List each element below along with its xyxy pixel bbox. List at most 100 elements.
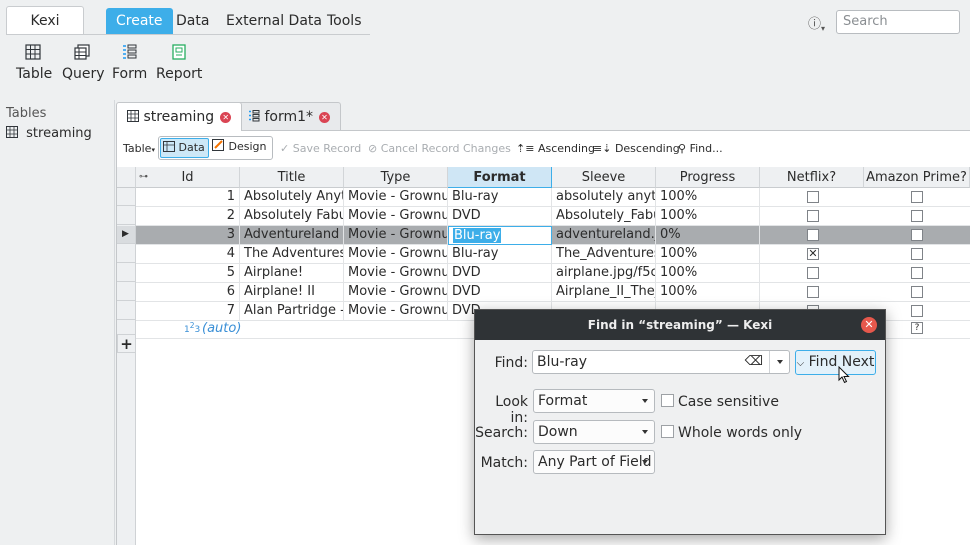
cell-id[interactable]: 3 <box>136 226 240 245</box>
amazon-prime-checkbox[interactable] <box>911 248 923 260</box>
sort-descending-button[interactable]: ≡⇣ Descending <box>593 141 680 157</box>
cell-title[interactable]: Airplane! <box>240 264 344 283</box>
cell-title[interactable]: The Adventures <box>240 245 344 264</box>
row-header[interactable] <box>117 188 136 206</box>
netflix-checkbox[interactable]: ✕ <box>807 248 819 260</box>
close-tab-icon[interactable]: ✕ <box>319 112 331 123</box>
create-table-button[interactable]: Table <box>16 44 52 82</box>
cell-progress[interactable]: 100% <box>656 245 760 264</box>
create-report-button[interactable]: Report <box>156 44 202 82</box>
cell-id[interactable]: 2 <box>136 207 240 226</box>
ribbon-tab-create[interactable]: Create <box>106 8 173 34</box>
cell-progress[interactable]: 100% <box>656 264 760 283</box>
clear-text-icon[interactable]: ⌫ <box>745 351 763 373</box>
create-form-button[interactable]: Form <box>112 44 147 82</box>
info-icon[interactable]: ⓘ▾ <box>808 13 825 33</box>
close-icon[interactable]: ✕ <box>861 317 877 333</box>
cell-sleeve[interactable]: airplane.jpg/f5c <box>552 264 656 283</box>
whole-words-checkbox[interactable] <box>661 425 674 438</box>
amazon-prime-checkbox[interactable] <box>911 267 923 279</box>
close-tab-icon[interactable]: ✕ <box>220 112 232 123</box>
cell-type[interactable]: Movie - Grownuj <box>344 188 448 207</box>
cancel-record-changes-button[interactable]: ⊘ Cancel Record Changes <box>368 141 511 157</box>
table-menu-button[interactable]: Table▾ <box>123 141 155 157</box>
cell-progress[interactable]: 0% <box>656 226 760 245</box>
find-text-input[interactable]: Blu-ray ⌫ <box>532 350 790 374</box>
cell-sleeve[interactable]: absolutely anyth <box>552 188 656 207</box>
sort-ascending-button[interactable]: ⇡≡ Ascending <box>516 141 595 157</box>
column-header-netflix[interactable]: Netflix? <box>760 167 864 188</box>
row-header[interactable] <box>117 302 136 320</box>
netflix-checkbox[interactable] <box>807 286 819 298</box>
cell-id[interactable]: 6 <box>136 283 240 302</box>
cell-format[interactable]: Blu-ray <box>448 245 552 264</box>
cell-format[interactable]: DVD <box>448 283 552 302</box>
amazon-prime-null-checkbox[interactable]: ? <box>911 322 923 334</box>
netflix-checkbox[interactable] <box>807 210 819 222</box>
cell-format[interactable]: Blu-ray <box>448 188 552 207</box>
cell-progress[interactable]: 100% <box>656 188 760 207</box>
cell-progress[interactable]: 100% <box>656 207 760 226</box>
amazon-prime-checkbox[interactable] <box>911 286 923 298</box>
search-direction-select[interactable]: Down <box>533 420 655 444</box>
whole-words-label[interactable]: Whole words only <box>678 425 802 441</box>
grid-corner[interactable] <box>117 167 136 188</box>
column-header-progress[interactable]: Progress <box>656 167 760 188</box>
row-header[interactable] <box>117 207 136 225</box>
create-query-button[interactable]: Query <box>62 44 105 82</box>
cell-sleeve[interactable]: adventureland.j <box>552 226 656 245</box>
save-record-button[interactable]: ✓ Save Record <box>280 141 361 157</box>
data-view-button[interactable]: Data <box>160 138 209 158</box>
cell-progress[interactable]: 100% <box>656 283 760 302</box>
cell-id[interactable]: 1 <box>136 188 240 207</box>
netflix-checkbox[interactable] <box>807 267 819 279</box>
cell-type[interactable]: Movie - Grownuj <box>344 245 448 264</box>
cell-type[interactable]: Movie - Grownuj <box>344 207 448 226</box>
row-header[interactable] <box>117 283 136 301</box>
column-header-type[interactable]: Type <box>344 167 448 188</box>
find-history-dropdown[interactable] <box>769 351 789 373</box>
cell-format[interactable]: Blu-ray <box>448 226 552 245</box>
column-header-sleeve[interactable]: Sleeve <box>552 167 656 188</box>
search-input[interactable]: Search <box>836 10 960 34</box>
cell-title[interactable]: Airplane! II <box>240 283 344 302</box>
ribbon-tab-tools[interactable]: Tools <box>327 13 362 29</box>
row-header[interactable] <box>117 264 136 282</box>
cell-title[interactable]: Absolutely Fabu <box>240 207 344 226</box>
cell-title[interactable]: Adventureland <box>240 226 344 245</box>
netflix-checkbox[interactable] <box>807 229 819 241</box>
cell-sleeve[interactable]: Airplane_II_The_ <box>552 283 656 302</box>
cell-type[interactable]: Movie - Grownuj <box>344 302 448 321</box>
look-in-select[interactable]: Format <box>533 389 655 413</box>
find-button[interactable]: ⚲ Find... <box>678 141 723 157</box>
case-sensitive-checkbox[interactable] <box>661 394 674 407</box>
case-sensitive-label[interactable]: Case sensitive <box>678 394 779 410</box>
column-header-title[interactable]: Title <box>240 167 344 188</box>
tab-form1[interactable]: form1* ✕ <box>237 102 342 130</box>
cell-id[interactable]: 4 <box>136 245 240 264</box>
cell-format[interactable]: DVD <box>448 207 552 226</box>
amazon-prime-checkbox[interactable] <box>911 305 923 317</box>
ribbon-tab-external-data[interactable]: External Data <box>226 13 322 29</box>
amazon-prime-checkbox[interactable] <box>911 229 923 241</box>
ribbon-tab-data[interactable]: Data <box>176 13 209 29</box>
column-header-format[interactable]: Format <box>448 167 552 188</box>
row-header[interactable] <box>117 245 136 263</box>
cell-id[interactable]: 7 <box>136 302 240 321</box>
add-row-button[interactable]: + <box>117 334 136 353</box>
netflix-checkbox[interactable] <box>807 191 819 203</box>
cell-sleeve[interactable]: Absolutely_Fabu <box>552 207 656 226</box>
cell-type[interactable]: Movie - Grownuj <box>344 264 448 283</box>
cell-id[interactable]: 5 <box>136 264 240 283</box>
cell-type[interactable]: Movie - Grownuj <box>344 283 448 302</box>
amazon-prime-checkbox[interactable] <box>911 191 923 203</box>
design-view-button[interactable]: Design <box>212 138 270 158</box>
row-header[interactable]: ▶ <box>117 226 136 244</box>
column-header-amazon-prime[interactable]: Amazon Prime? <box>864 167 970 188</box>
cell-type[interactable]: Movie - Grownuj <box>344 226 448 245</box>
amazon-prime-checkbox[interactable] <box>911 210 923 222</box>
cell-sleeve[interactable]: The_Adventures <box>552 245 656 264</box>
cell-format[interactable]: DVD <box>448 264 552 283</box>
table-item-streaming[interactable]: streaming <box>6 126 92 142</box>
match-select[interactable]: Any Part of Field <box>533 450 655 474</box>
